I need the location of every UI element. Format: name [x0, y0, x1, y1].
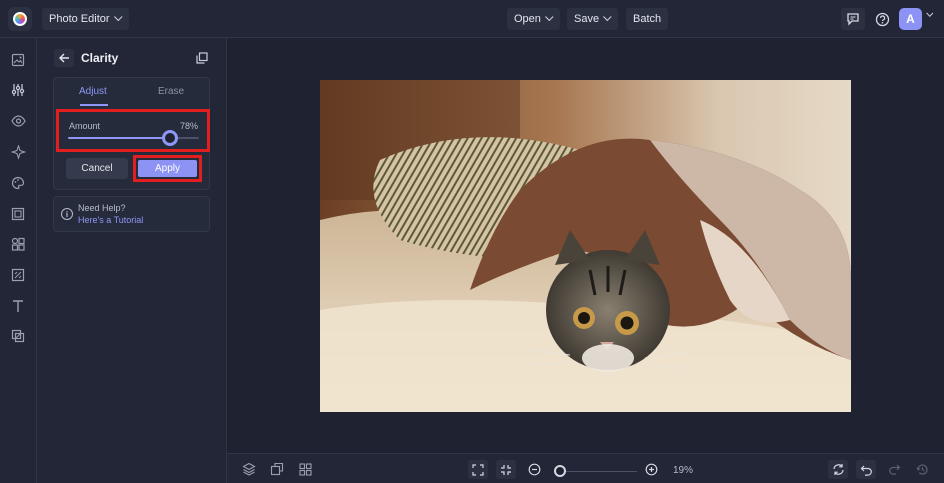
comments-button[interactable] [841, 8, 865, 30]
amount-slider-handle[interactable] [162, 130, 179, 146]
help-card: i Need Help? Here's a Tutorial [53, 196, 210, 232]
amount-slider-fill [68, 137, 171, 139]
bottom-bar: 19% [227, 453, 944, 483]
eye-icon[interactable] [9, 112, 27, 130]
tab-erase[interactable]: Erase [158, 86, 184, 97]
grid-icon[interactable] [296, 460, 314, 478]
zoom-in-icon[interactable] [642, 460, 660, 478]
app-menu-dropdown[interactable]: Photo Editor [42, 8, 129, 30]
back-button[interactable] [54, 49, 74, 67]
compare-icon[interactable] [268, 460, 286, 478]
sparkle-icon[interactable] [9, 143, 27, 161]
duplicate-icon[interactable] [196, 51, 208, 69]
top-bar: Photo Editor Open Save Batch A [0, 0, 944, 38]
actual-size-icon[interactable] [496, 460, 516, 479]
zoom-slider-handle[interactable] [553, 465, 566, 477]
cancel-button[interactable]: Cancel [66, 158, 128, 179]
amount-label: Amount [69, 121, 101, 131]
fit-screen-icon[interactable] [468, 460, 488, 479]
save-label: Save [574, 13, 600, 25]
redo-icon[interactable] [885, 460, 903, 478]
zoom-level: 19% [673, 465, 694, 476]
text-icon[interactable] [9, 297, 27, 315]
tutorial-link[interactable]: Here's a Tutorial [78, 215, 143, 225]
layers-icon[interactable] [240, 460, 258, 478]
zoom-slider[interactable] [553, 465, 637, 477]
amount-slider[interactable] [68, 130, 199, 146]
photo-canvas[interactable] [320, 80, 851, 412]
apply-button[interactable]: Apply [138, 160, 197, 177]
chevron-down-icon [926, 9, 934, 17]
panel-title: Clarity [81, 51, 119, 65]
overlay-icon[interactable] [9, 327, 27, 345]
image-icon[interactable] [9, 51, 27, 69]
chevron-down-icon [113, 12, 123, 22]
sliders-icon[interactable] [9, 81, 27, 99]
frame-icon[interactable] [9, 205, 27, 223]
palette-icon[interactable] [9, 174, 27, 192]
active-tab-indicator [80, 104, 108, 106]
app-logo[interactable] [8, 7, 32, 31]
chevron-down-icon [544, 12, 554, 22]
batch-label: Batch [633, 13, 662, 25]
apply-highlight: Apply [133, 155, 202, 182]
chevron-down-icon [603, 12, 612, 22]
left-toolbar [0, 38, 37, 483]
history-icon[interactable] [913, 460, 931, 478]
clarity-panel: Clarity Adjust Erase Amount 78% Cancel A… [37, 38, 227, 483]
canvas-area [227, 38, 944, 453]
avatar[interactable]: A [899, 8, 922, 30]
arrow-left-icon [58, 53, 69, 63]
amount-value: 78% [179, 121, 198, 131]
undo-icon[interactable] [856, 460, 876, 479]
sync-icon[interactable] [828, 460, 848, 479]
question-icon [875, 12, 889, 26]
cat-photo-image [320, 80, 851, 412]
texture-icon[interactable] [9, 266, 27, 284]
logo-icon [13, 12, 27, 26]
help-title: Need Help? [78, 203, 126, 213]
info-icon: i [61, 208, 73, 220]
open-button[interactable]: Open [507, 8, 560, 30]
app-menu-label: Photo Editor [49, 13, 110, 25]
adjust-card: Adjust Erase Amount 78% Cancel Apply [53, 77, 210, 190]
tab-adjust[interactable]: Adjust [79, 86, 107, 97]
amount-highlight: Amount 78% [56, 109, 210, 152]
save-button[interactable]: Save [567, 8, 619, 30]
help-button[interactable] [870, 8, 894, 30]
account-menu-toggle[interactable] [926, 9, 934, 18]
batch-button[interactable]: Batch [626, 8, 669, 30]
comment-icon [847, 13, 859, 26]
shapes-icon[interactable] [9, 235, 27, 253]
zoom-out-icon[interactable] [525, 460, 543, 478]
open-label: Open [514, 13, 541, 25]
